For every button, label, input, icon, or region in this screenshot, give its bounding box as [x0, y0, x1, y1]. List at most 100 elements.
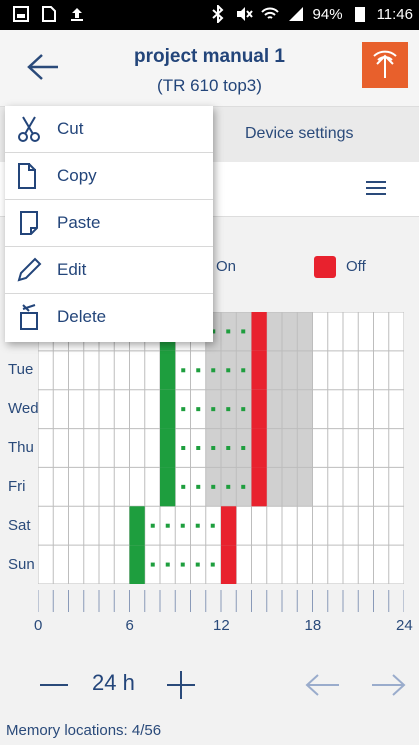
on-period-dot [196, 446, 201, 450]
legend-off-swatch [314, 256, 336, 278]
plus-icon [167, 671, 195, 699]
menu-item-delete[interactable]: Delete [5, 294, 213, 340]
copy-icon [15, 162, 43, 190]
menu-item-label: Paste [57, 213, 101, 232]
day-label: Sun [8, 555, 35, 573]
zoom-in-button[interactable] [166, 670, 196, 700]
on-period-dot [210, 523, 215, 528]
on-period-dot [211, 407, 216, 412]
zoom-out-button[interactable] [40, 684, 68, 686]
schedule-grid-svg[interactable] [37, 311, 405, 585]
menu-item-label: Delete [57, 307, 107, 326]
on-period-dot [210, 562, 215, 567]
mute-icon [235, 5, 253, 23]
transmit-button[interactable] [362, 42, 408, 88]
zoom-value: 24 h [92, 670, 135, 695]
off-switch-mark [251, 350, 267, 390]
context-menu: Cut Copy Paste Edit Delete [5, 106, 213, 342]
week-schedule-grid[interactable] [37, 311, 405, 585]
on-period-dot [150, 562, 155, 567]
on-period-dot [196, 407, 201, 412]
app-header: project manual 1 (TR 610 top3) [0, 30, 419, 106]
day-label: Fri [8, 477, 26, 495]
off-switch-mark [251, 467, 267, 507]
transmit-icon [373, 50, 397, 78]
on-switch-mark [160, 467, 176, 507]
battery-icon [351, 5, 369, 23]
on-period-dot [211, 446, 216, 450]
on-period-dot [241, 484, 246, 489]
menu-item-edit[interactable]: Edit [5, 247, 213, 294]
day-label: Tue [8, 361, 34, 379]
on-switch-mark [160, 428, 176, 468]
status-bar: 94% 11:46 [0, 0, 419, 30]
next-button[interactable] [370, 673, 406, 697]
on-period-dot [180, 523, 185, 528]
upload-icon [68, 5, 86, 23]
arrow-right-icon [372, 674, 406, 696]
on-period-dot [196, 484, 201, 489]
on-period-dot [226, 368, 231, 373]
paste-icon [15, 209, 43, 237]
arrow-left-icon [305, 674, 339, 696]
off-switch-mark [221, 545, 237, 584]
on-period-dot [181, 407, 186, 412]
on-period-dot [241, 368, 246, 373]
on-period-dot [195, 562, 200, 567]
on-period-dot [241, 329, 246, 334]
on-period-dot [181, 368, 186, 373]
day-label: Thu [8, 439, 34, 456]
time-axis [37, 590, 405, 614]
menu-item-label: Edit [57, 260, 87, 279]
on-period-dot [211, 484, 216, 489]
clock: 11:46 [376, 5, 413, 23]
legend-on-label: On [216, 258, 237, 275]
gallery-icon [12, 5, 30, 23]
page-title: project manual 1 [134, 46, 285, 67]
on-period-dot [195, 523, 200, 528]
axis-label: 24 [396, 617, 413, 634]
axis-label: 0 [34, 617, 43, 634]
wifi-icon [260, 5, 279, 23]
off-switch-mark [221, 506, 237, 546]
zoom-controls: 24 h [0, 660, 419, 710]
on-period-dot [165, 562, 170, 567]
legend-off-label: Off [346, 258, 366, 275]
previous-button[interactable] [305, 673, 341, 697]
off-switch-mark [251, 428, 267, 468]
signal-icon [287, 5, 305, 23]
on-period-dot [241, 407, 246, 412]
menu-item-copy[interactable]: Copy [5, 153, 213, 200]
on-period-dot [226, 484, 231, 489]
axis-label: 18 [304, 617, 322, 634]
day-label: Sat [8, 516, 31, 534]
on-switch-mark [129, 506, 145, 546]
page-subtitle: (TR 610 top3) [157, 76, 262, 95]
menu-item-label: Cut [57, 119, 84, 138]
on-period-dot [181, 446, 186, 450]
on-period-dot [226, 407, 231, 412]
memory-locations: Memory locations: 4/56 [6, 722, 162, 739]
menu-item-label: Copy [57, 166, 97, 185]
on-period-dot [226, 329, 231, 334]
bluetooth-icon [209, 5, 227, 23]
tab-device-settings[interactable]: Device settings [245, 125, 354, 143]
off-switch-mark [251, 389, 267, 429]
battery-percent: 94% [312, 5, 343, 23]
on-period-dot [165, 523, 170, 528]
menu-item-paste[interactable]: Paste [5, 200, 213, 247]
on-switch-mark [129, 545, 145, 584]
scissors-icon [15, 115, 43, 143]
off-switch-mark [251, 312, 267, 351]
on-period-dot [226, 446, 231, 450]
list-icon[interactable] [366, 180, 386, 196]
on-period-dot [181, 484, 186, 489]
on-period-dot [241, 446, 246, 450]
on-switch-mark [160, 350, 176, 390]
on-period-dot [211, 368, 216, 373]
menu-item-cut[interactable]: Cut [5, 106, 213, 153]
axis-label: 6 [125, 617, 134, 634]
on-period-dot [150, 523, 155, 528]
trash-icon [15, 303, 43, 331]
axis-label: 12 [213, 617, 230, 634]
